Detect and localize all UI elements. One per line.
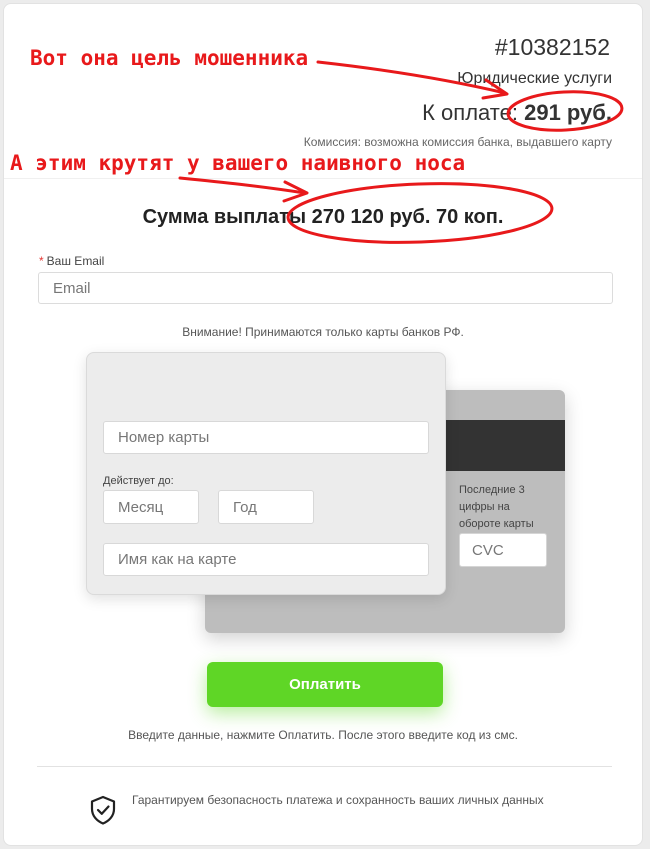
email-input[interactable] (38, 272, 613, 304)
valid-thru-label: Действует до: (103, 475, 174, 487)
divider (37, 766, 612, 767)
email-label-text: Ваш Email (46, 254, 105, 268)
cvc-input[interactable] (459, 533, 547, 567)
to-pay-label: К оплате: (422, 100, 518, 125)
card-front: Действует до: (86, 352, 446, 595)
cvc-hint: Последние 3 цифры на обороте карты (459, 484, 534, 530)
to-pay-amount: 291 руб. (524, 100, 612, 125)
shield-check-icon (89, 795, 117, 825)
service-name: Юридические услуги (457, 70, 612, 87)
divider (4, 178, 642, 179)
to-pay: К оплате: 291 руб. (422, 100, 612, 126)
expiry-year-input[interactable] (218, 490, 314, 524)
card-number-input[interactable] (103, 421, 429, 454)
required-mark: * (39, 254, 44, 268)
payout-amount: Сумма выплаты 270 120 руб. 70 коп. (142, 206, 504, 228)
order-number: #10382152 (494, 34, 610, 60)
cardholder-name-input[interactable] (103, 543, 429, 576)
expiry-month-input[interactable] (103, 490, 199, 524)
payment-panel: #10382152 Юридические услуги К оплате: 2… (3, 3, 643, 846)
commission-note: Комиссия: возможна комиссия банка, выдав… (303, 135, 612, 149)
instructions: Введите данные, нажмите Оплатить. После … (128, 728, 518, 742)
pay-button[interactable]: Оплатить (207, 662, 443, 707)
annotation-bait: А этим крутят у вашего наивного носа (10, 151, 466, 175)
email-label: * Ваш Email (39, 254, 104, 268)
annotation-target: Вот она цель мошенника (30, 46, 309, 70)
security-guarantee: Гарантируем безопасность платежа и сохра… (132, 793, 544, 807)
cards-notice: Внимание! Принимаются только карты банко… (182, 325, 464, 339)
